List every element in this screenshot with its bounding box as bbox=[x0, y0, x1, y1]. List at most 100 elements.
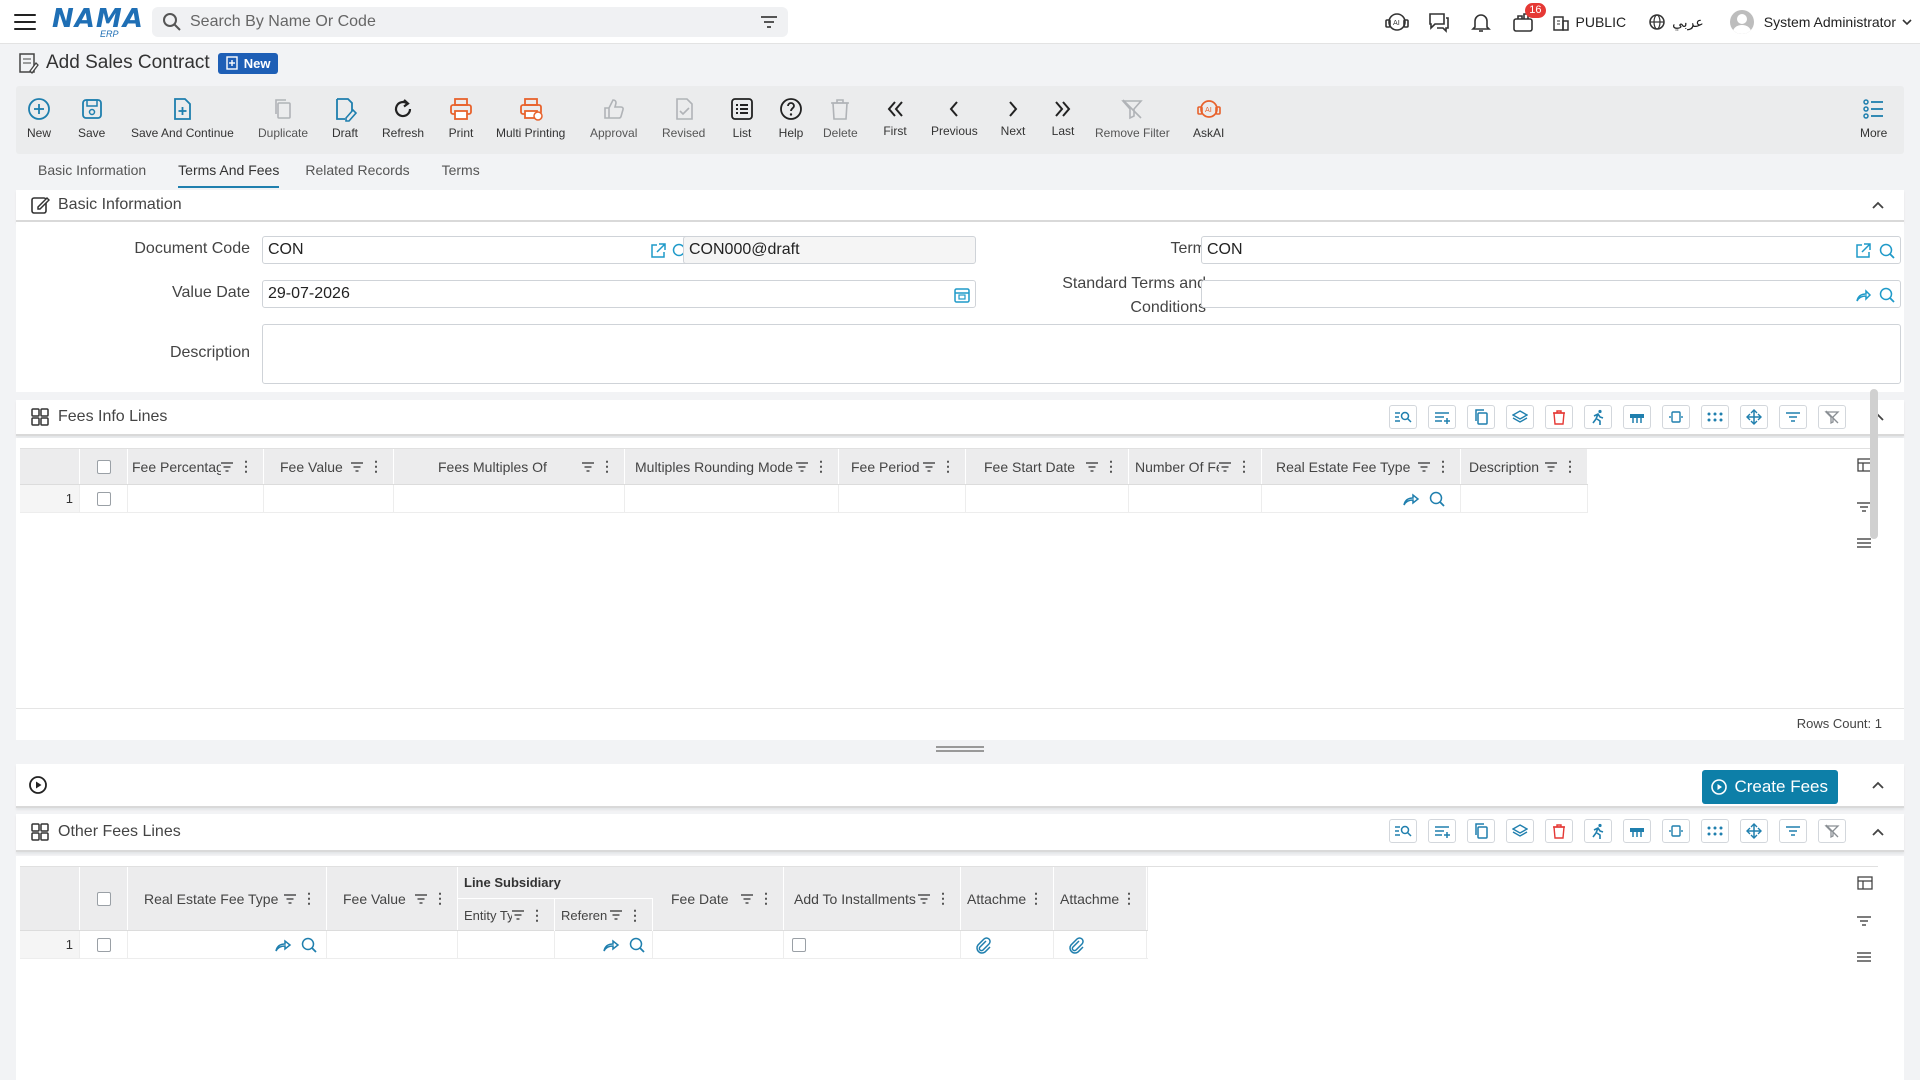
share-arrow-icon[interactable] bbox=[602, 937, 620, 953]
column-menu-icon[interactable]: ⋮ bbox=[1122, 890, 1136, 907]
column-header[interactable]: Real Estate Fee Type ⋮ bbox=[1262, 449, 1461, 484]
list-button[interactable]: List bbox=[729, 96, 755, 140]
table-cell[interactable] bbox=[961, 931, 1054, 958]
dots-grid-icon[interactable] bbox=[1701, 819, 1729, 843]
delete-row-icon[interactable] bbox=[1545, 819, 1573, 843]
last-button[interactable]: Last bbox=[1050, 96, 1076, 138]
filter-lines-icon[interactable] bbox=[1779, 405, 1807, 429]
filter-off-icon[interactable] bbox=[1818, 405, 1846, 429]
column-header[interactable]: Number Of Fe ⋮ bbox=[1129, 449, 1262, 484]
share-arrow-icon[interactable] bbox=[1402, 491, 1420, 507]
create-fees-button[interactable]: Create Fees bbox=[1702, 770, 1838, 804]
chat-icon[interactable] bbox=[1426, 9, 1452, 35]
add-row-icon[interactable] bbox=[1428, 819, 1456, 843]
table-cell[interactable] bbox=[555, 931, 653, 958]
layers-icon[interactable] bbox=[1506, 405, 1534, 429]
table-cell[interactable] bbox=[966, 485, 1129, 512]
paperclip-icon[interactable] bbox=[975, 936, 991, 954]
bell-icon[interactable] bbox=[1468, 9, 1494, 35]
refresh-button[interactable]: Refresh bbox=[382, 96, 424, 140]
user-menu[interactable]: System Administrator bbox=[1729, 10, 1914, 34]
column-filter-icon[interactable] bbox=[796, 461, 808, 472]
column-filter-icon[interactable] bbox=[284, 893, 296, 904]
multi-printing-button[interactable]: Multi Printing bbox=[496, 96, 565, 140]
column-header[interactable]: Fee Value ⋮ bbox=[264, 449, 394, 484]
column-header[interactable]: Attachme ⋮ bbox=[1054, 867, 1147, 930]
copy-row-icon[interactable] bbox=[1467, 405, 1495, 429]
filter-lines-icon[interactable] bbox=[1779, 819, 1807, 843]
add-row-icon[interactable] bbox=[1428, 405, 1456, 429]
print-button[interactable]: Print bbox=[448, 96, 474, 140]
table-layout-icon[interactable] bbox=[1623, 819, 1651, 843]
duplicate-button[interactable]: Duplicate bbox=[258, 96, 308, 140]
column-header[interactable]: Add To Installments ⋮ bbox=[784, 867, 961, 930]
search-zoom-icon[interactable] bbox=[300, 936, 318, 954]
table-cell[interactable] bbox=[1129, 485, 1262, 512]
filter-lines-icon[interactable] bbox=[1857, 915, 1871, 927]
share-arrow-icon[interactable] bbox=[1854, 286, 1872, 304]
grid-search-icon[interactable] bbox=[1389, 819, 1417, 843]
column-menu-icon[interactable]: ⋮ bbox=[814, 458, 828, 475]
table-cell[interactable] bbox=[1054, 931, 1147, 958]
column-menu-icon[interactable]: ⋮ bbox=[239, 458, 253, 475]
save-button[interactable]: Save bbox=[78, 96, 105, 140]
column-header[interactable]: Referen ⋮ bbox=[555, 899, 653, 931]
table-row[interactable]: 1 bbox=[20, 485, 1588, 513]
app-logo[interactable]: NAMA ERP bbox=[52, 5, 143, 39]
askai-button[interactable]: AI AskAI bbox=[1193, 96, 1224, 140]
menu-lines-icon[interactable] bbox=[1857, 537, 1871, 549]
open-link-icon[interactable] bbox=[649, 242, 667, 260]
copy-row-icon[interactable] bbox=[1467, 819, 1495, 843]
search-input[interactable]: Search By Name Or Code bbox=[190, 13, 760, 31]
share-arrow-icon[interactable] bbox=[274, 937, 292, 953]
table-cell[interactable] bbox=[1461, 485, 1588, 512]
column-header[interactable]: Fee Date ⋮ bbox=[653, 867, 784, 930]
grid-search-icon[interactable] bbox=[1389, 405, 1417, 429]
chevron-up-icon[interactable] bbox=[1870, 778, 1886, 794]
document-code-input[interactable]: CON bbox=[262, 236, 694, 264]
tab-basic-information[interactable]: Basic Information bbox=[16, 160, 168, 188]
delete-row-icon[interactable] bbox=[1545, 405, 1573, 429]
select-all-checkbox[interactable] bbox=[96, 459, 111, 474]
column-menu-icon[interactable]: ⋮ bbox=[1104, 458, 1118, 475]
help-button[interactable]: Help bbox=[778, 96, 804, 140]
ai-assistant-icon[interactable]: AI bbox=[1384, 9, 1410, 35]
column-menu-icon[interactable]: ⋮ bbox=[1237, 458, 1251, 475]
table-cell[interactable] bbox=[839, 485, 966, 512]
column-header[interactable]: Fee Period ⋮ bbox=[839, 449, 966, 484]
column-menu-icon[interactable]: ⋮ bbox=[936, 890, 950, 907]
column-menu-icon[interactable]: ⋮ bbox=[600, 458, 614, 475]
column-menu-icon[interactable]: ⋮ bbox=[1029, 890, 1043, 907]
column-filter-icon[interactable] bbox=[351, 461, 363, 472]
search-zoom-icon[interactable] bbox=[628, 936, 646, 954]
column-filter-icon[interactable] bbox=[415, 893, 427, 904]
search-zoom-icon[interactable] bbox=[1428, 490, 1446, 508]
column-header[interactable]: Entity Ty ⋮ bbox=[458, 899, 555, 931]
basic-info-header[interactable]: Basic Information bbox=[16, 190, 1904, 222]
column-filter-icon[interactable] bbox=[610, 910, 622, 920]
open-link-icon[interactable] bbox=[1854, 242, 1872, 260]
column-header[interactable]: Description ⋮ bbox=[1461, 449, 1588, 484]
table-row[interactable]: 1 bbox=[20, 931, 1148, 959]
paperclip-icon[interactable] bbox=[1068, 936, 1084, 954]
column-header[interactable]: Attachme ⋮ bbox=[961, 867, 1054, 930]
column-filter-icon[interactable] bbox=[918, 893, 930, 904]
fees-info-header[interactable]: Fees Info Lines bbox=[16, 400, 1904, 436]
table-cell[interactable] bbox=[1262, 485, 1461, 512]
column-header[interactable]: Fee Start Date ⋮ bbox=[966, 449, 1129, 484]
columns-icon[interactable] bbox=[1857, 875, 1873, 891]
table-cell[interactable] bbox=[327, 931, 458, 958]
menu-lines-icon[interactable] bbox=[1857, 951, 1871, 963]
table-cell[interactable] bbox=[784, 931, 961, 958]
other-fees-header[interactable]: Other Fees Lines bbox=[16, 814, 1904, 852]
column-filter-icon[interactable] bbox=[741, 893, 753, 904]
company-selector[interactable]: PUBLIC bbox=[1552, 13, 1626, 31]
table-cell[interactable] bbox=[128, 485, 264, 512]
column-filter-icon[interactable] bbox=[221, 461, 233, 472]
add-to-installments-checkbox[interactable] bbox=[792, 937, 806, 952]
play-circle-icon[interactable] bbox=[28, 775, 48, 795]
layers-icon[interactable] bbox=[1506, 819, 1534, 843]
fit-columns-icon[interactable] bbox=[1662, 405, 1690, 429]
column-menu-icon[interactable]: ⋮ bbox=[759, 890, 773, 907]
filter-off-icon[interactable] bbox=[1818, 819, 1846, 843]
